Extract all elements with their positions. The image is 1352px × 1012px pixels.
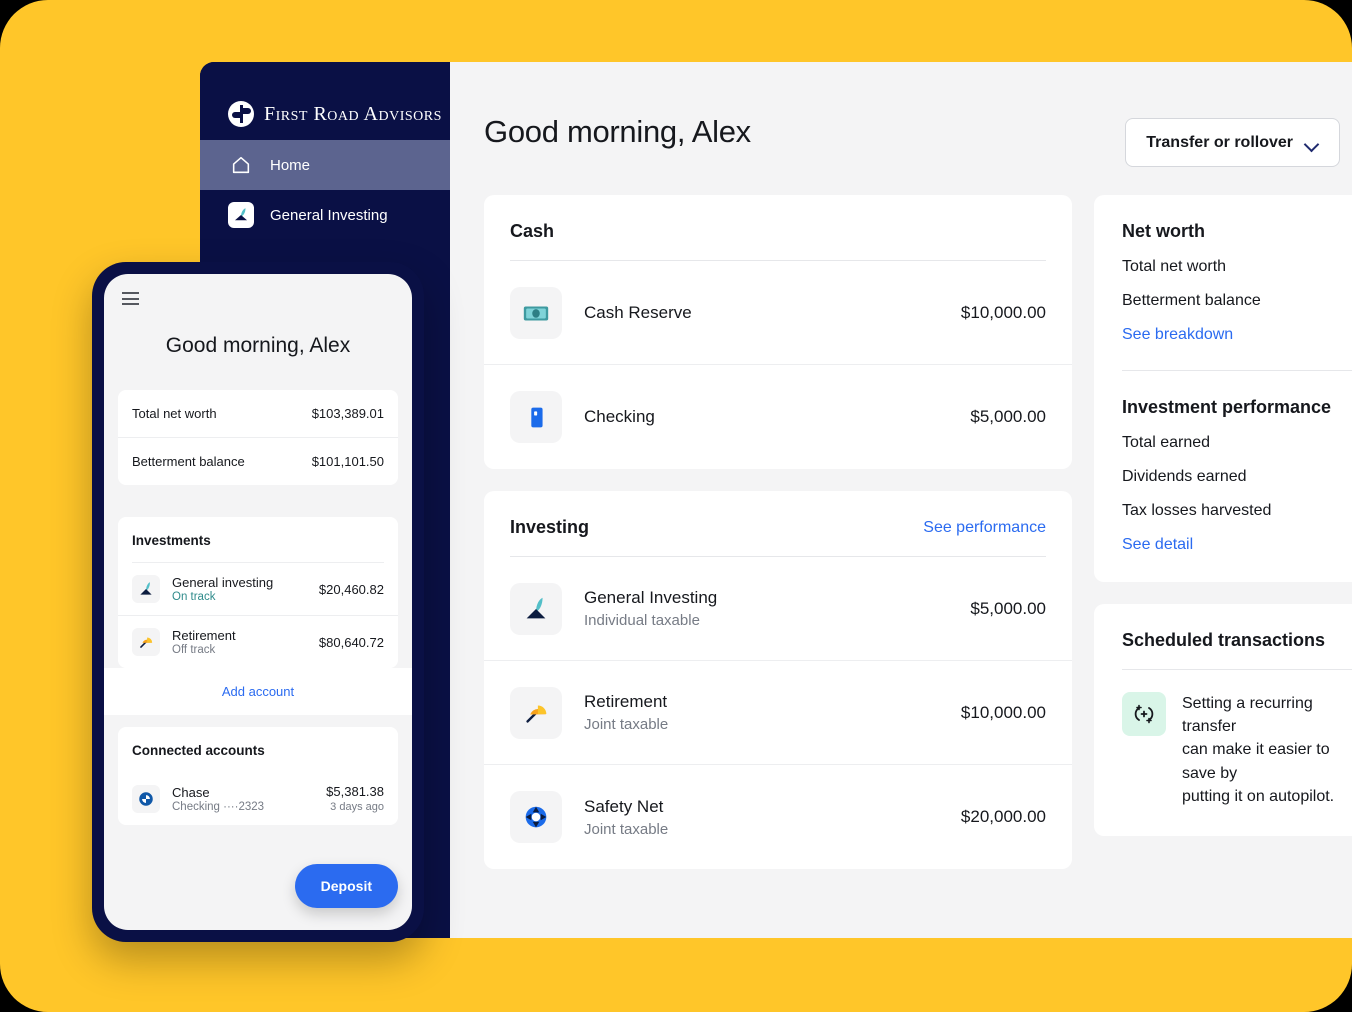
account-status: On track <box>172 591 319 603</box>
summary-value: $101,101.50 <box>312 454 384 469</box>
scheduled-transactions-body: Setting a recurring transfer can make it… <box>1182 692 1352 808</box>
debit-card-icon <box>510 391 562 443</box>
performance-line: Total earned <box>1122 434 1352 452</box>
scheduled-transactions-card: Scheduled transactions <box>1094 604 1352 836</box>
account-amount: $5,000.00 <box>970 407 1046 427</box>
account-amount: $10,000.00 <box>961 303 1046 323</box>
account-subtitle: Joint taxable <box>584 821 961 838</box>
phone-summary-card: Total net worth $103,389.01 Betterment b… <box>118 390 398 485</box>
list-item: Total net worth $103,389.01 <box>118 390 398 437</box>
chase-logo-icon <box>132 785 160 813</box>
account-updated-time: 3 days ago <box>326 801 384 813</box>
account-name: Checking <box>584 407 970 427</box>
phone-investments-card: Investments General investing On track <box>118 517 398 668</box>
banknote-icon <box>510 287 562 339</box>
sidebar-item-general-investing[interactable]: General Investing <box>200 190 450 240</box>
account-subtitle: Individual taxable <box>584 612 970 629</box>
transfer-or-rollover-label: Transfer or rollover <box>1146 134 1293 152</box>
account-name: Safety Net <box>584 797 961 817</box>
see-performance-link[interactable]: See performance <box>923 519 1046 537</box>
main-header: Good morning, Alex Transfer or rollover <box>450 62 1352 167</box>
brand: First Road Advisors <box>200 88 450 140</box>
net-worth-line: Total net worth <box>1122 258 1352 276</box>
brand-name: First Road Advisors <box>264 103 442 126</box>
list-item[interactable]: Retirement Off track $80,640.72 <box>118 615 398 668</box>
cash-card-title: Cash <box>510 221 554 242</box>
account-name: Cash Reserve <box>584 303 961 323</box>
life-ring-icon <box>510 791 562 843</box>
account-status: Off track <box>172 644 319 656</box>
table-row[interactable]: General Investing Individual taxable $5,… <box>484 557 1072 661</box>
recurring-plus-icon <box>1122 692 1166 736</box>
summary-label: Betterment balance <box>132 454 245 469</box>
see-detail-link[interactable]: See detail <box>1122 536 1352 554</box>
sprout-icon <box>510 583 562 635</box>
sidebar-item-label: Home <box>270 157 310 174</box>
account-name: Retirement <box>584 692 961 712</box>
account-subtitle: Joint taxable <box>584 716 961 733</box>
road-sign-circle-icon <box>228 101 254 127</box>
account-subtitle: Checking ····2323 <box>172 801 326 813</box>
account-amount: $20,000.00 <box>961 807 1046 827</box>
phone-investments-title: Investments <box>118 517 398 562</box>
account-amount: $5,381.38 <box>326 784 384 799</box>
phone-connected-title: Connected accounts <box>118 727 398 772</box>
phone-screen: Good morning, Alex Total net worth $103,… <box>104 274 412 930</box>
phone-menu-button[interactable] <box>104 274 412 292</box>
phone-page-title: Good morning, Alex <box>104 334 412 358</box>
summary-column: Net worth Total net worth Betterment bal… <box>1094 195 1352 891</box>
screenshot-stage: First Road Advisors Home <box>0 0 1352 1012</box>
page-title: Good morning, Alex <box>484 114 751 150</box>
net-worth-line: Betterment balance <box>1122 292 1352 310</box>
home-icon <box>228 152 254 178</box>
table-row[interactable]: Safety Net Joint taxable $20,000.00 <box>484 765 1072 869</box>
list-item[interactable]: General investing On track $20,460.82 <box>118 563 398 615</box>
divider <box>1122 370 1352 371</box>
investment-performance-title: Investment performance <box>1122 397 1352 418</box>
net-worth-card: Net worth Total net worth Betterment bal… <box>1094 195 1352 582</box>
table-row[interactable]: Retirement Joint taxable $10,000.00 <box>484 661 1072 765</box>
transfer-or-rollover-button[interactable]: Transfer or rollover <box>1125 118 1340 167</box>
main-content: Good morning, Alex Transfer or rollover … <box>450 62 1352 938</box>
net-worth-title: Net worth <box>1122 221 1352 242</box>
account-name: General investing <box>172 575 319 590</box>
sprout-icon <box>132 575 160 603</box>
investing-card: Investing See performance <box>484 491 1072 869</box>
account-amount: $80,640.72 <box>319 635 384 650</box>
performance-line: Dividends earned <box>1122 468 1352 486</box>
table-row[interactable]: Cash Reserve $10,000.00 <box>484 261 1072 365</box>
deposit-button[interactable]: Deposit <box>295 864 398 908</box>
umbrella-icon <box>510 687 562 739</box>
account-name: Retirement <box>172 628 319 643</box>
sprout-icon <box>228 202 254 228</box>
umbrella-icon <box>132 628 160 656</box>
see-breakdown-link[interactable]: See breakdown <box>1122 326 1352 344</box>
account-name: Chase <box>172 785 326 800</box>
add-account-link[interactable]: Add account <box>104 668 412 715</box>
phone-connected-accounts-card: Connected accounts Chase Checking ····23… <box>118 727 398 825</box>
summary-label: Total net worth <box>132 406 217 421</box>
scheduled-transactions-title: Scheduled transactions <box>1122 630 1352 651</box>
accounts-column: Cash <box>484 195 1072 891</box>
account-name: General Investing <box>584 588 970 608</box>
sidebar-item-home[interactable]: Home <box>200 140 450 190</box>
table-row[interactable]: Checking $5,000.00 <box>484 365 1072 469</box>
performance-line: Tax losses harvested <box>1122 502 1352 520</box>
phone-mockup: Good morning, Alex Total net worth $103,… <box>92 262 424 942</box>
divider <box>1122 669 1352 670</box>
summary-value: $103,389.01 <box>312 406 384 421</box>
list-item[interactable]: Chase Checking ····2323 $5,381.38 3 days… <box>118 772 398 825</box>
cash-card: Cash <box>484 195 1072 469</box>
investing-card-title: Investing <box>510 517 589 538</box>
account-amount: $10,000.00 <box>961 703 1046 723</box>
list-item: Betterment balance $101,101.50 <box>118 437 398 485</box>
account-amount: $20,460.82 <box>319 582 384 597</box>
chevron-down-icon <box>1305 139 1319 147</box>
account-amount: $5,000.00 <box>970 599 1046 619</box>
sidebar-item-label: General Investing <box>270 207 388 224</box>
